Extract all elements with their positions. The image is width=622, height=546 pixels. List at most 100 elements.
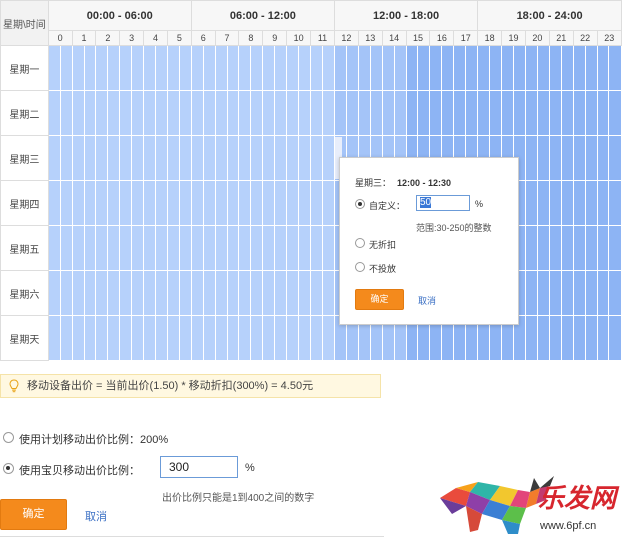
schedule-cell[interactable]	[47, 90, 61, 136]
schedule-cell[interactable]	[393, 45, 407, 91]
schedule-cell[interactable]	[369, 45, 383, 91]
hour-header[interactable]: 1	[71, 30, 97, 46]
schedule-cell[interactable]	[214, 225, 228, 271]
schedule-cell[interactable]	[262, 180, 276, 226]
schedule-cell[interactable]	[226, 135, 240, 181]
schedule-cell[interactable]	[178, 45, 192, 91]
hour-header[interactable]: 22	[572, 30, 598, 46]
schedule-cell[interactable]	[214, 45, 228, 91]
schedule-cell[interactable]	[441, 90, 455, 136]
schedule-cell[interactable]	[178, 180, 192, 226]
schedule-cell[interactable]	[190, 225, 204, 271]
schedule-cell[interactable]	[321, 315, 335, 361]
schedule-cell[interactable]	[584, 225, 598, 271]
schedule-cell[interactable]	[59, 270, 73, 316]
schedule-cell[interactable]	[250, 45, 264, 91]
hour-header[interactable]: 11	[310, 30, 335, 46]
schedule-cell[interactable]	[286, 45, 300, 91]
hour-header[interactable]: 8	[238, 30, 264, 46]
schedule-cell[interactable]	[477, 90, 491, 136]
schedule-cell[interactable]	[59, 90, 73, 136]
schedule-cell[interactable]	[214, 135, 228, 181]
schedule-cell[interactable]	[214, 315, 228, 361]
hour-header[interactable]: 21	[548, 30, 574, 46]
schedule-cell[interactable]	[345, 90, 359, 136]
schedule-cell[interactable]	[178, 225, 192, 271]
schedule-cell[interactable]	[226, 90, 240, 136]
schedule-cell[interactable]	[596, 90, 610, 136]
schedule-cell[interactable]	[47, 45, 61, 91]
schedule-cell[interactable]	[310, 135, 323, 181]
schedule-cell[interactable]	[131, 315, 145, 361]
hour-header[interactable]: 14	[381, 30, 407, 46]
schedule-cell[interactable]	[298, 270, 312, 316]
schedule-cell[interactable]	[310, 225, 323, 271]
popup-cancel-link[interactable]: 取消	[418, 294, 436, 307]
schedule-cell[interactable]	[548, 135, 562, 181]
schedule-cell[interactable]	[47, 225, 61, 271]
schedule-cell[interactable]	[250, 90, 264, 136]
hour-header[interactable]: 19	[501, 30, 526, 46]
schedule-cell[interactable]	[107, 90, 121, 136]
hour-header[interactable]: 13	[357, 30, 383, 46]
plan-ratio-radio[interactable]	[3, 432, 14, 443]
schedule-cell[interactable]	[608, 45, 622, 91]
schedule-cell[interactable]	[321, 45, 335, 91]
schedule-cell[interactable]	[238, 135, 252, 181]
schedule-cell[interactable]	[429, 45, 443, 91]
schedule-cell[interactable]	[524, 180, 538, 226]
no-bid-radio[interactable]	[355, 262, 365, 272]
hour-header[interactable]: 10	[286, 30, 312, 46]
schedule-cell[interactable]	[596, 270, 610, 316]
confirm-button[interactable]: 确定	[0, 499, 67, 530]
schedule-cell[interactable]	[584, 270, 598, 316]
schedule-cell[interactable]	[310, 270, 323, 316]
schedule-cell[interactable]	[178, 135, 192, 181]
schedule-cell[interactable]	[512, 90, 526, 136]
schedule-cell[interactable]	[166, 225, 180, 271]
schedule-cell[interactable]	[119, 180, 133, 226]
schedule-cell[interactable]	[262, 90, 276, 136]
schedule-cell[interactable]	[202, 45, 216, 91]
schedule-cell[interactable]	[107, 180, 121, 226]
schedule-cell[interactable]	[131, 135, 145, 181]
schedule-cell[interactable]	[417, 45, 431, 91]
schedule-cell[interactable]	[536, 315, 550, 361]
schedule-cell[interactable]	[155, 135, 168, 181]
schedule-cell[interactable]	[524, 270, 538, 316]
hour-header[interactable]: 18	[477, 30, 503, 46]
schedule-cell[interactable]	[572, 180, 586, 226]
schedule-cell[interactable]	[357, 45, 371, 91]
schedule-cell[interactable]	[178, 315, 192, 361]
day-label[interactable]: 星期二	[0, 90, 49, 136]
schedule-cell[interactable]	[190, 180, 204, 226]
schedule-cell[interactable]	[572, 90, 586, 136]
schedule-cell[interactable]	[286, 90, 300, 136]
item-ratio-radio[interactable]	[3, 463, 14, 474]
schedule-cell[interactable]	[143, 180, 157, 226]
day-label[interactable]: 星期三	[0, 135, 49, 181]
schedule-cell[interactable]	[47, 180, 61, 226]
schedule-cell[interactable]	[536, 135, 550, 181]
schedule-cell[interactable]	[95, 45, 109, 91]
schedule-cell[interactable]	[274, 90, 288, 136]
schedule-cell[interactable]	[560, 90, 574, 136]
schedule-cell[interactable]	[345, 45, 359, 91]
schedule-cell[interactable]	[59, 180, 73, 226]
schedule-cell[interactable]	[95, 90, 109, 136]
no-discount-radio[interactable]	[355, 238, 365, 248]
schedule-cell[interactable]	[59, 135, 73, 181]
schedule-cell[interactable]	[333, 45, 347, 91]
schedule-cell[interactable]	[274, 315, 288, 361]
schedule-cell[interactable]	[107, 135, 121, 181]
schedule-cell[interactable]	[155, 270, 168, 316]
schedule-cell[interactable]	[584, 315, 598, 361]
schedule-cell[interactable]	[59, 315, 73, 361]
schedule-cell[interactable]	[262, 225, 276, 271]
schedule-cell[interactable]	[155, 225, 168, 271]
schedule-cell[interactable]	[286, 270, 300, 316]
schedule-cell[interactable]	[405, 45, 419, 91]
schedule-cell[interactable]	[321, 90, 335, 136]
schedule-cell[interactable]	[202, 225, 216, 271]
schedule-cell[interactable]	[131, 270, 145, 316]
